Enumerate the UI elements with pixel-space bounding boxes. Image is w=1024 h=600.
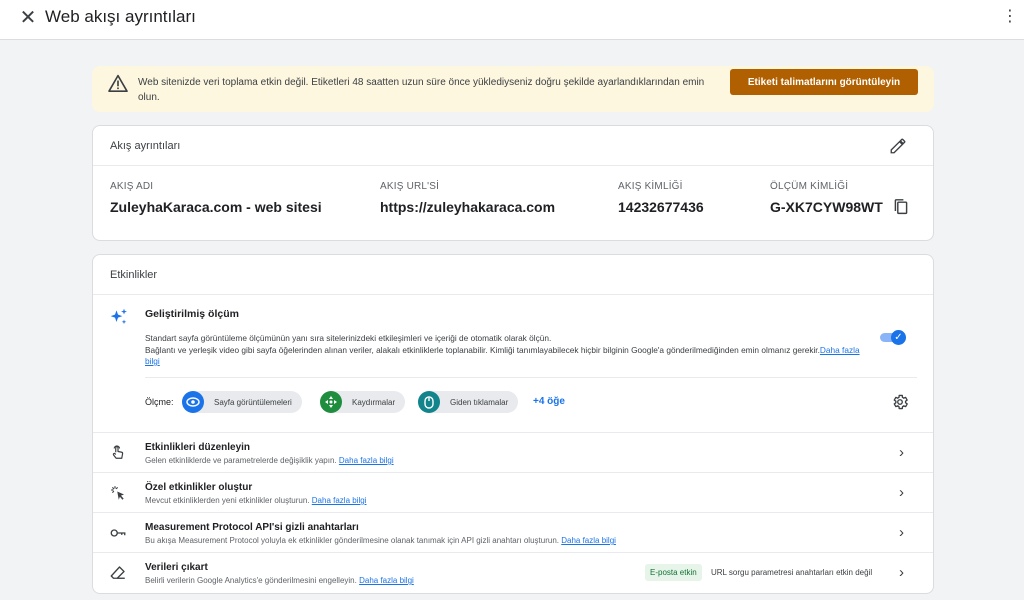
chip-page-views[interactable]: Sayfa görüntülemeleri bbox=[182, 391, 302, 413]
enhanced-measurement-description: Standart sayfa görüntüleme ölçümünün yan… bbox=[145, 333, 875, 368]
url-query-status: URL sorgu parametresi anahtarları etkin … bbox=[711, 568, 873, 577]
row-title: Etkinlikleri düzenleyin bbox=[145, 442, 251, 453]
row-redact-data[interactable]: Verileri çıkart Belirli verilerin Google… bbox=[93, 552, 933, 592]
measurement-id-value: G-XK7CYW98WT bbox=[770, 199, 883, 215]
chip-label: Giden tıklamalar bbox=[450, 397, 509, 407]
email-enabled-badge: E-posta etkin bbox=[645, 564, 702, 581]
stream-details-header: Akış ayrıntıları bbox=[93, 126, 933, 166]
row-modify-events[interactable]: Etkinlikleri düzenleyin Gelen etkinlikle… bbox=[93, 432, 933, 472]
page-title: Web akışı ayrıntıları bbox=[45, 7, 196, 26]
measurement-id-label: ÖLÇÜM KİMLİĞİ bbox=[770, 181, 849, 192]
stream-name-label: AKIŞ ADI bbox=[110, 181, 154, 192]
gear-icon[interactable] bbox=[891, 393, 909, 411]
stream-details-heading: Akış ayrıntıları bbox=[110, 140, 181, 152]
chevron-right-icon: › bbox=[899, 444, 904, 461]
stream-name-value: ZuleyhaKaraca.com - web sitesi bbox=[110, 199, 322, 215]
check-icon: ✓ bbox=[891, 330, 906, 345]
key-icon bbox=[110, 529, 126, 537]
enhanced-desc-line-1: Standart sayfa görüntüleme ölçümünün yan… bbox=[145, 333, 552, 343]
warning-icon bbox=[108, 74, 128, 92]
row-title: Measurement Protocol API'si gizli anahta… bbox=[145, 522, 359, 533]
stream-url-value: https://zuleyhakaraca.com bbox=[380, 199, 556, 215]
touch-icon bbox=[112, 445, 124, 459]
stream-url-label: AKIŞ URL'Sİ bbox=[380, 181, 440, 192]
more-items-link[interactable]: +4 öğe bbox=[533, 396, 565, 407]
chevron-right-icon: › bbox=[899, 484, 904, 501]
eraser-icon bbox=[110, 566, 125, 579]
more-vert-icon[interactable]: ⋮ bbox=[1002, 6, 1018, 28]
enhanced-measurement-toggle[interactable]: ✓ bbox=[880, 330, 906, 346]
row-title: Verileri çıkart bbox=[145, 562, 208, 573]
enhanced-divider bbox=[145, 377, 917, 378]
scroll-arrows-icon bbox=[320, 391, 342, 413]
enhanced-desc-line-2: Bağlantı ve yerleşik video gibi sayfa öğ… bbox=[145, 344, 820, 355]
chip-label: Kaydırmalar bbox=[352, 397, 396, 407]
row-description: Gelen etkinliklerde ve parametrelerde de… bbox=[145, 456, 394, 465]
banner-message: Web sitenizde veri toplama etkin değil. … bbox=[138, 77, 705, 103]
chevron-right-icon: › bbox=[899, 524, 904, 541]
close-icon[interactable]: ✕ bbox=[18, 8, 38, 28]
data-collection-warning-banner: Web sitenizde veri toplama etkin değil. … bbox=[92, 66, 934, 112]
row-title: Özel etkinlikler oluştur bbox=[145, 482, 253, 493]
learn-more-link[interactable]: Daha fazla bilgi bbox=[339, 456, 394, 465]
row-description: Belirli verilerin Google Analytics'e gön… bbox=[145, 576, 414, 585]
stream-details-card: Akış ayrıntıları AKIŞ ADI ZuleyhaKaraca.… bbox=[92, 125, 934, 241]
top-app-bar: ✕ Web akışı ayrıntıları ⋮ bbox=[0, 0, 1024, 40]
row-measurement-protocol-secrets[interactable]: Measurement Protocol API'si gizli anahta… bbox=[93, 512, 933, 552]
row-description: Bu akışa Measurement Protocol yoluyla ek… bbox=[145, 536, 616, 545]
learn-more-link[interactable]: Daha fazla bilgi bbox=[561, 536, 616, 545]
measuring-label: Ölçme: bbox=[145, 397, 174, 407]
row-description: Mevcut etkinliklerden yeni etkinlikler o… bbox=[145, 496, 367, 505]
events-card: Etkinlikler Geliştirilmiş ölçüm Standart… bbox=[92, 254, 934, 594]
stream-id-label: AKIŞ KİMLİĞİ bbox=[618, 181, 683, 192]
edit-pencil-icon[interactable] bbox=[889, 137, 907, 155]
mouse-icon bbox=[418, 391, 440, 413]
copy-icon[interactable] bbox=[893, 198, 909, 216]
chip-label: Sayfa görüntülemeleri bbox=[214, 397, 292, 407]
chip-outbound-clicks[interactable]: Giden tıklamalar bbox=[418, 391, 519, 413]
sparkle-click-icon bbox=[111, 486, 124, 500]
learn-more-link[interactable]: Daha fazla bilgi bbox=[312, 496, 367, 505]
sparkle-icon bbox=[110, 308, 127, 325]
stream-id-value: 14232677436 bbox=[618, 199, 704, 215]
eye-icon bbox=[182, 391, 204, 413]
learn-more-link[interactable]: Daha fazla bilgi bbox=[359, 576, 414, 585]
events-header: Etkinlikler bbox=[93, 255, 933, 295]
chevron-right-icon: › bbox=[899, 564, 904, 581]
chip-scrolls[interactable]: Kaydırmalar bbox=[320, 391, 406, 413]
enhanced-measurement-title: Geliştirilmiş ölçüm bbox=[145, 308, 239, 320]
events-heading: Etkinlikler bbox=[110, 269, 158, 281]
row-create-custom-events[interactable]: Özel etkinlikler oluştur Mevcut etkinlik… bbox=[93, 472, 933, 512]
view-tag-instructions-button[interactable]: Etiketi talimatlarını görüntüleyin bbox=[730, 69, 918, 95]
